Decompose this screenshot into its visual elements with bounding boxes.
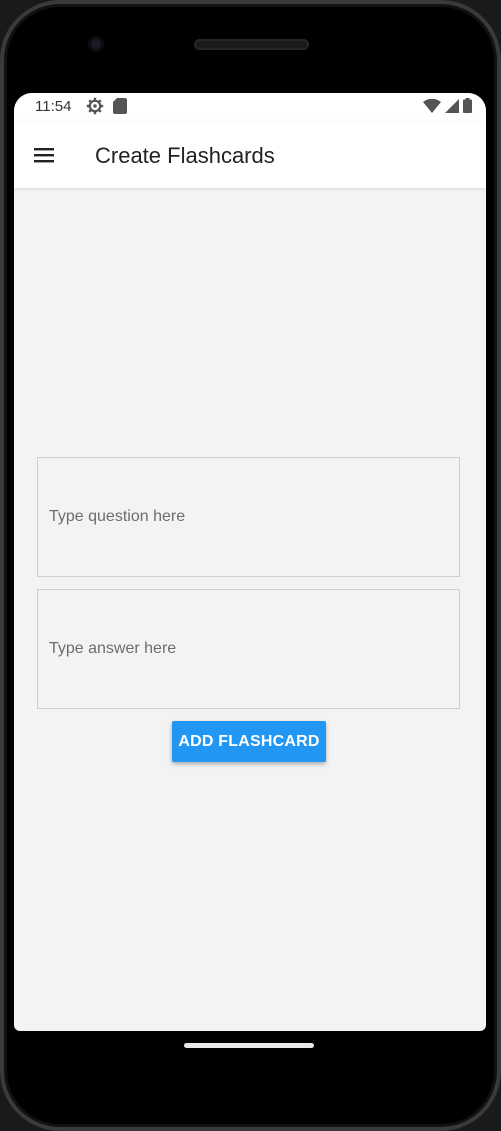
settings-gear-icon (86, 97, 104, 120)
app-bar: Create Flashcards (14, 121, 486, 188)
front-camera (88, 36, 104, 52)
add-flashcard-button[interactable]: ADD FLASHCARD (172, 721, 326, 762)
answer-field (37, 589, 460, 709)
cell-signal-icon (445, 98, 459, 118)
answer-input[interactable] (47, 639, 459, 659)
wifi-icon (423, 98, 441, 118)
phone-frame: 11:54 Create Flashcards Type question he… (0, 0, 501, 1131)
status-bar: 11:54 (14, 93, 486, 121)
app-screen: 11:54 Create Flashcards Type question he… (14, 93, 486, 1031)
flashcard-form: ADD FLASHCARD (14, 188, 486, 1031)
question-input[interactable] (47, 507, 459, 527)
sd-card-icon (113, 98, 127, 119)
navigation-gesture-handle[interactable] (184, 1043, 314, 1048)
battery-icon (463, 98, 472, 118)
question-field (37, 457, 460, 577)
page-title: Create Flashcards (95, 143, 275, 168)
status-time: 11:54 (35, 98, 72, 115)
status-indicators (423, 98, 472, 118)
hamburger-menu-icon[interactable] (30, 141, 58, 169)
earpiece-speaker (194, 39, 309, 50)
